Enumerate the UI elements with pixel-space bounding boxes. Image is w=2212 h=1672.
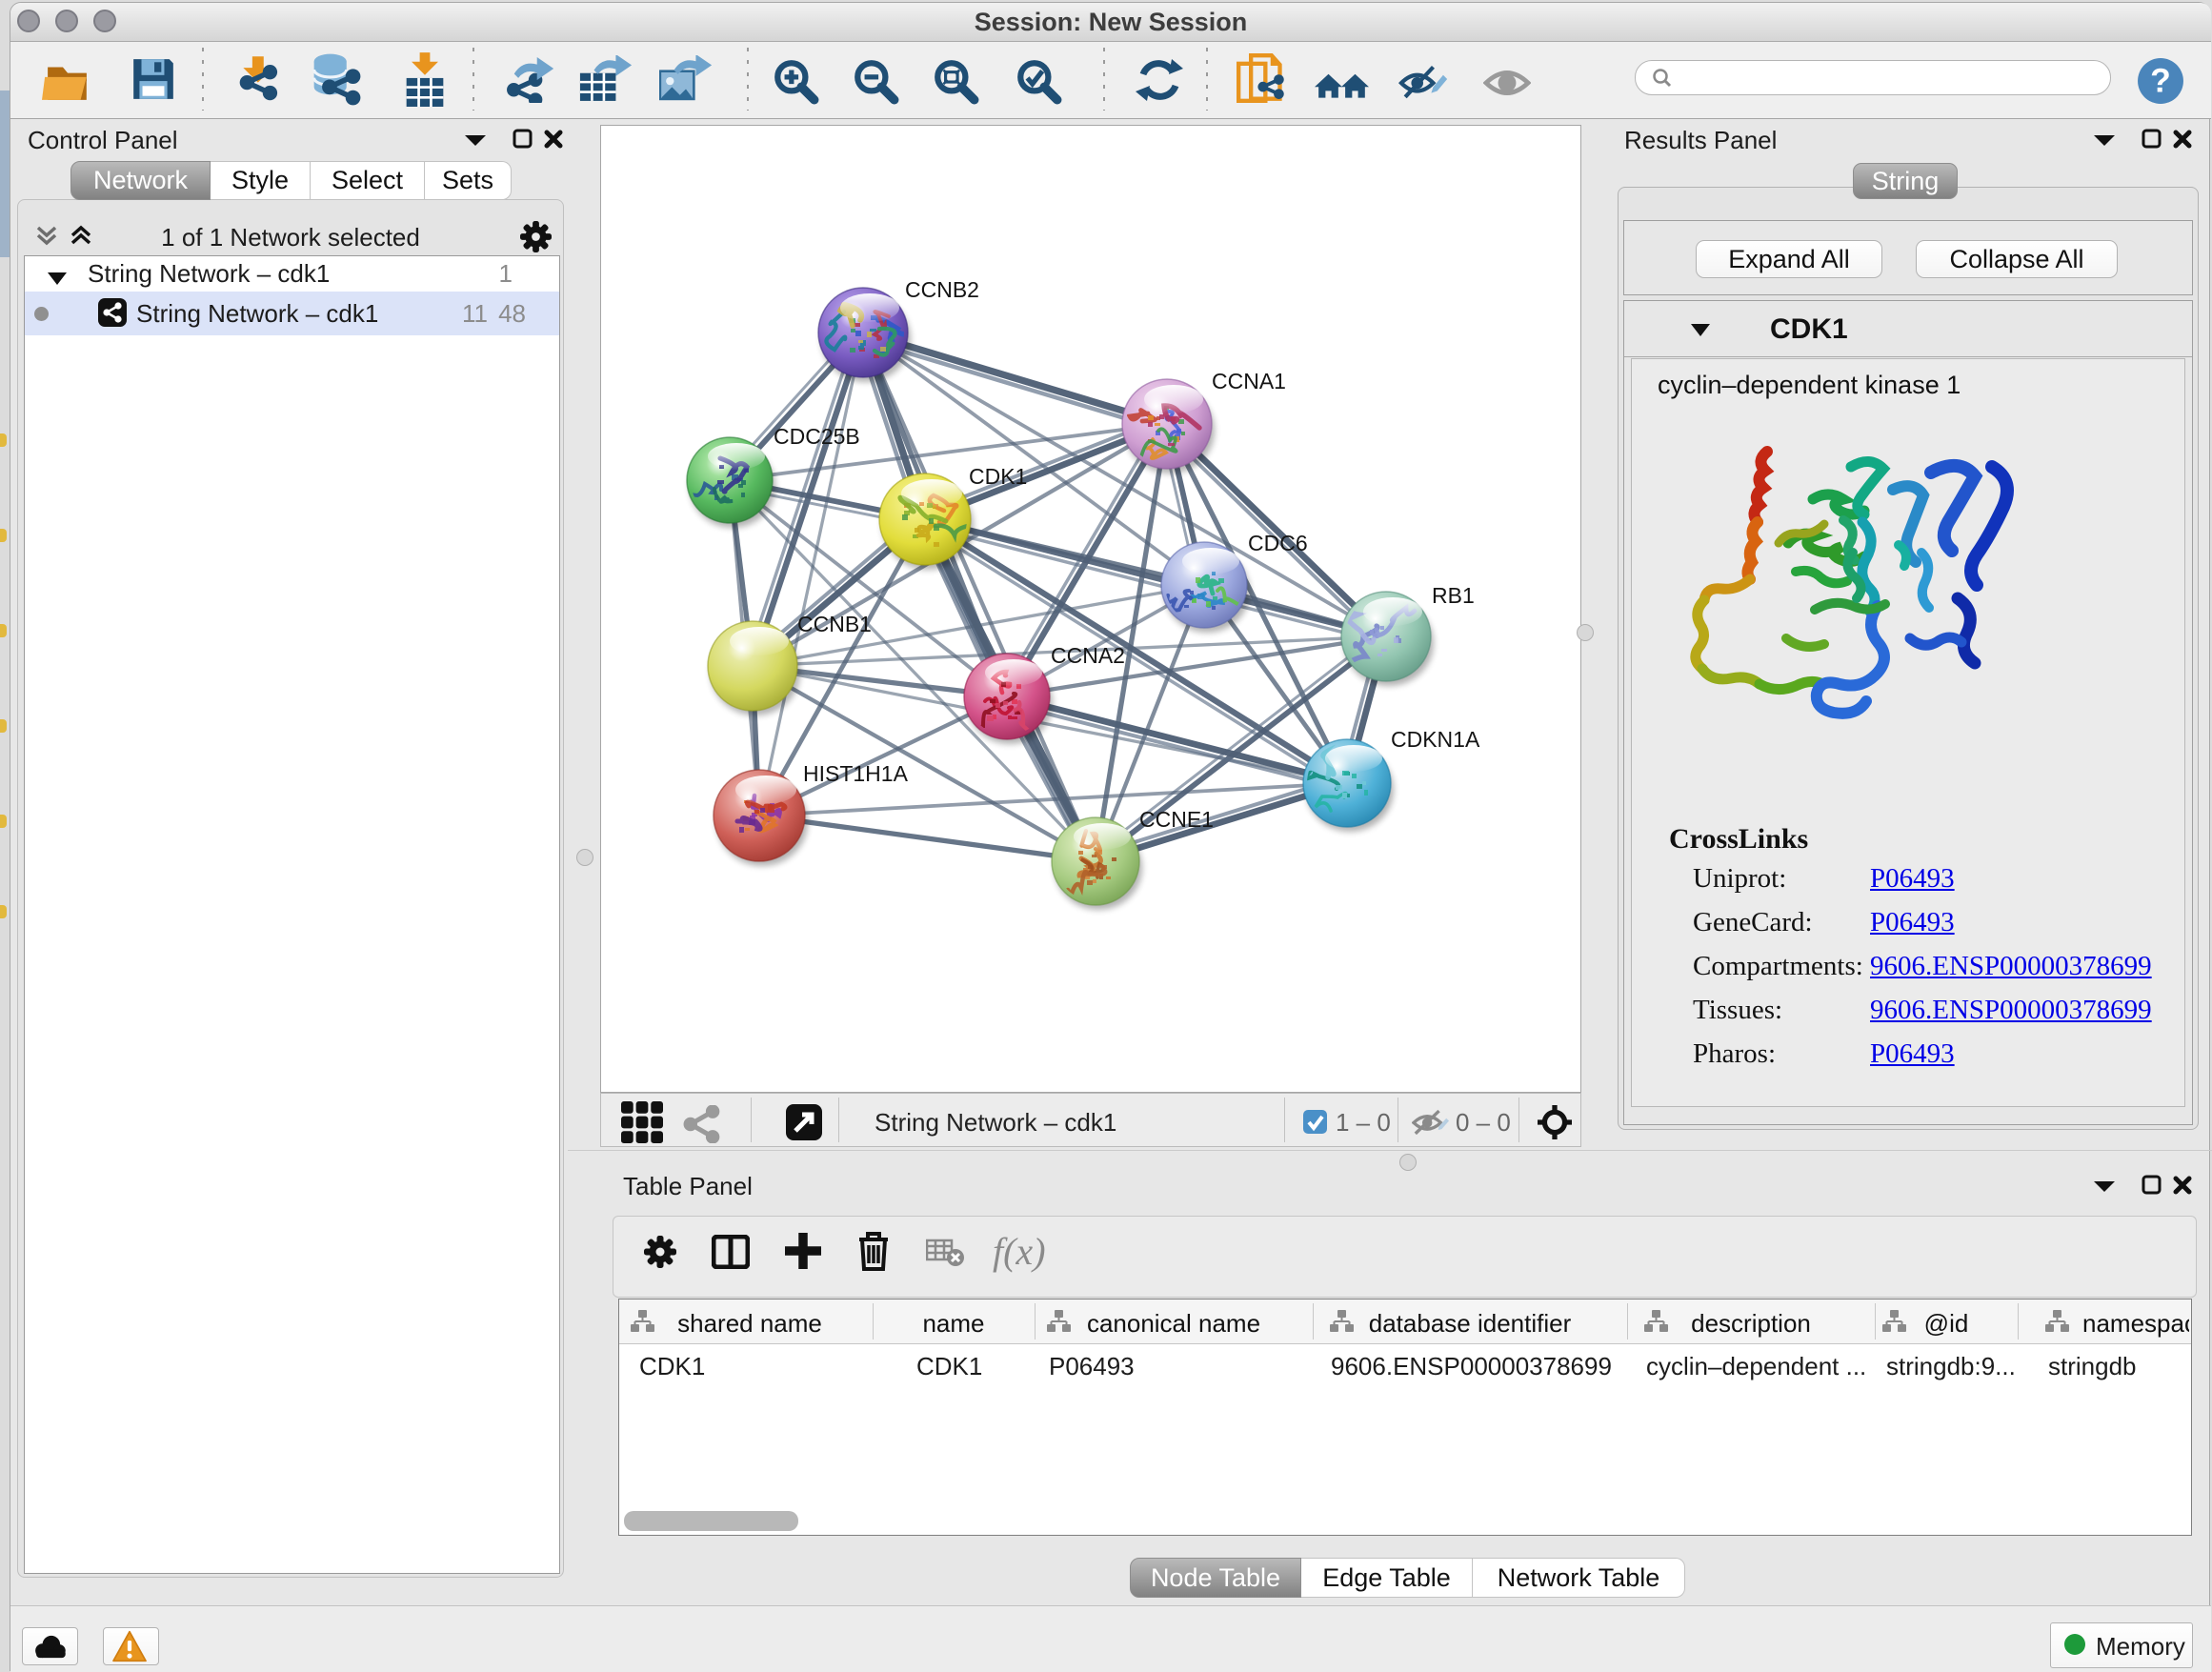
svg-text:CDK1: CDK1: [969, 464, 1027, 489]
svg-text:CCNB1: CCNB1: [797, 612, 872, 636]
svg-text:CDC6: CDC6: [1248, 531, 1308, 555]
svg-text:CDC25B: CDC25B: [774, 424, 860, 449]
svg-text:CDKN1A: CDKN1A: [1391, 727, 1480, 752]
svg-text:RB1: RB1: [1432, 583, 1475, 608]
svg-text:HIST1H1A: HIST1H1A: [803, 761, 909, 786]
svg-text:CCNA1: CCNA1: [1212, 369, 1286, 393]
svg-text:CCNA2: CCNA2: [1051, 643, 1125, 668]
svg-text:?: ?: [2150, 61, 2171, 99]
svg-text:CCNE1: CCNE1: [1139, 807, 1214, 832]
svg-text:CCNB2: CCNB2: [905, 277, 979, 302]
